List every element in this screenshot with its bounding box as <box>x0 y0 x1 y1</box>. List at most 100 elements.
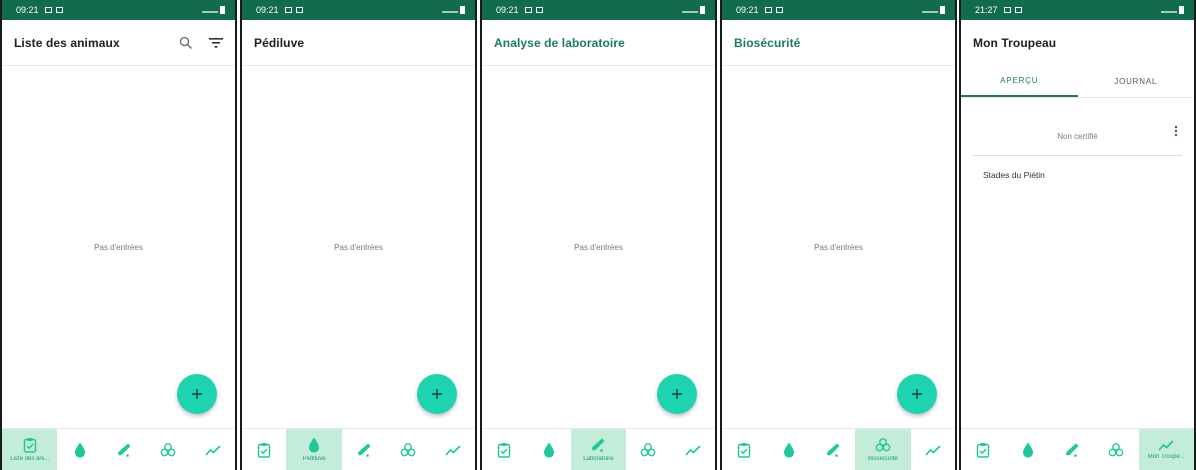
app-bar: Pédiluve <box>242 20 475 66</box>
battery-icon <box>940 6 945 14</box>
signal-icon <box>682 7 698 13</box>
status-indicators <box>1161 6 1184 14</box>
trend-line-icon <box>925 444 941 456</box>
page-title: Mon Troupeau <box>973 36 1057 50</box>
biohazard-icon <box>1108 442 1124 458</box>
screen-footbath: 09:21 Pédiluve Pas d'entrées Pédiluve <box>240 0 477 470</box>
add-entry-button[interactable] <box>897 374 937 414</box>
add-entry-button[interactable] <box>657 374 697 414</box>
empty-state-text: Pas d'entrées <box>94 243 143 252</box>
nav-item-biohazard[interactable]: Biosécurité <box>855 429 911 470</box>
status-time: 09:21 <box>496 5 519 15</box>
app-bar: Liste des animaux <box>2 20 235 66</box>
bottom-nav: Laboratoire <box>482 428 715 470</box>
search-icon[interactable] <box>179 36 193 50</box>
status-indicators <box>202 6 225 14</box>
biohazard-icon <box>875 437 891 453</box>
test-tube-icon <box>116 442 132 458</box>
status-indicators <box>922 6 945 14</box>
nav-item-test-tube[interactable] <box>342 429 386 470</box>
empty-state-text: Pas d'entrées <box>814 243 863 252</box>
nav-item-water-drop[interactable]: Pédiluve <box>286 429 342 470</box>
water-drop-icon <box>783 442 795 458</box>
screen-my-herd: 21:27 Mon Troupeau APERÇU JOURNAL Non ce… <box>959 0 1196 470</box>
more-vert-icon[interactable] <box>1174 124 1178 142</box>
screen-biosecurity: 09:21 Biosécurité Pas d'entrées Biosécur… <box>720 0 957 470</box>
nav-item-biohazard[interactable] <box>1094 429 1138 470</box>
notification-icon <box>1003 7 1011 13</box>
status-bar: 09:21 <box>722 0 955 20</box>
nav-item-clipboard-check[interactable]: Liste des ani... <box>2 429 58 470</box>
status-time: 09:21 <box>16 5 39 15</box>
nav-item-water-drop[interactable] <box>57 429 101 470</box>
add-entry-button[interactable] <box>417 374 457 414</box>
nav-item-label: Biosécurité <box>868 456 898 462</box>
clipboard-check-icon <box>23 437 37 453</box>
status-indicators <box>682 6 705 14</box>
notification-icon <box>284 7 292 13</box>
nav-item-trend-line[interactable]: Mon Troupe... <box>1138 429 1194 470</box>
nav-item-trend-line[interactable] <box>671 429 715 470</box>
notification-icon <box>44 7 52 13</box>
status-bar: 09:21 <box>2 0 235 20</box>
add-entry-button[interactable] <box>177 374 217 414</box>
battery-icon <box>220 6 225 14</box>
nav-item-label: Mon Troupe... <box>1147 454 1185 460</box>
signal-icon <box>1161 7 1177 13</box>
nav-item-clipboard-check[interactable] <box>482 429 526 470</box>
nav-item-water-drop[interactable] <box>766 429 810 470</box>
tab-bar: APERÇU JOURNAL <box>961 66 1194 98</box>
status-time: 09:21 <box>736 5 759 15</box>
test-tube-icon <box>356 442 372 458</box>
status-bar: 09:21 <box>482 0 715 20</box>
clipboard-check-icon <box>737 442 751 458</box>
nav-item-test-tube[interactable] <box>1050 429 1094 470</box>
nav-item-test-tube[interactable] <box>811 429 855 470</box>
notification-icon <box>295 7 303 13</box>
nav-item-clipboard-check[interactable] <box>961 429 1005 470</box>
test-tube-icon <box>1064 442 1080 458</box>
trend-line-icon <box>1158 439 1174 451</box>
signal-icon <box>442 7 458 13</box>
nav-item-trend-line[interactable] <box>431 429 475 470</box>
battery-icon <box>460 6 465 14</box>
nav-item-water-drop[interactable] <box>526 429 570 470</box>
test-tube-icon <box>590 437 606 453</box>
notification-icon <box>1014 7 1022 13</box>
nav-item-biohazard[interactable] <box>386 429 430 470</box>
test-tube-icon <box>825 442 841 458</box>
tab-journal[interactable]: JOURNAL <box>1078 66 1195 97</box>
app-bar: Analyse de laboratoire <box>482 20 715 66</box>
nav-item-biohazard[interactable] <box>626 429 670 470</box>
nav-item-biohazard[interactable] <box>146 429 190 470</box>
nav-item-clipboard-check[interactable] <box>722 429 766 470</box>
biohazard-icon <box>640 442 656 458</box>
nav-item-test-tube[interactable]: Laboratoire <box>570 429 627 470</box>
app-bar: Mon Troupeau <box>961 20 1194 66</box>
nav-item-clipboard-check[interactable] <box>242 429 286 470</box>
trend-line-icon <box>445 444 461 456</box>
page-title: Liste des animaux <box>14 35 120 50</box>
section-label: Stades du Piétin <box>983 170 1045 180</box>
nav-item-test-tube[interactable] <box>102 429 146 470</box>
notification-icon <box>55 7 63 13</box>
app-bar: Biosécurité <box>722 20 955 66</box>
nav-item-trend-line[interactable] <box>911 429 955 470</box>
screen-lab-analysis: 09:21 Analyse de laboratoire Pas d'entré… <box>480 0 717 470</box>
filter-icon[interactable] <box>209 37 223 49</box>
nav-item-water-drop[interactable] <box>1005 429 1049 470</box>
battery-icon <box>1179 6 1184 14</box>
status-indicators <box>442 6 465 14</box>
status-time: 21:27 <box>975 5 998 15</box>
bottom-nav: Pédiluve <box>242 428 475 470</box>
nav-item-trend-line[interactable] <box>191 429 235 470</box>
bottom-nav: Liste des ani... <box>2 428 235 470</box>
tab-overview[interactable]: APERÇU <box>961 66 1078 97</box>
nav-item-label: Laboratoire <box>583 456 614 462</box>
screen-animal-list: 09:21 Liste des animaux Pas d'entrées Li… <box>0 0 237 470</box>
empty-state-text: Pas d'entrées <box>574 243 623 252</box>
nav-item-label: Liste des ani... <box>10 456 50 462</box>
trend-line-icon <box>685 444 701 456</box>
certification-status: Non certifié <box>1057 132 1098 141</box>
biohazard-icon <box>400 442 416 458</box>
